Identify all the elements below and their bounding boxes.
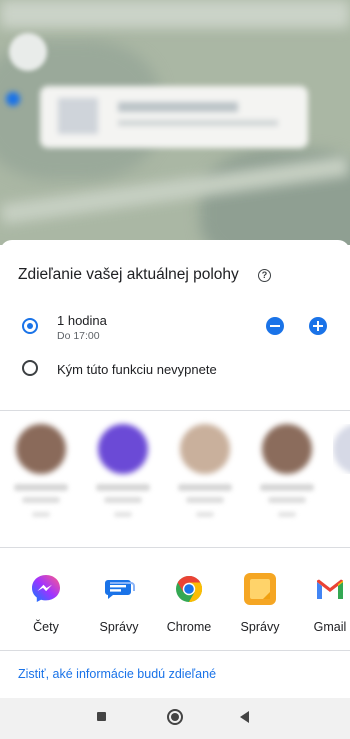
option-sub-until: Do 17:00: [57, 330, 100, 342]
app-label: Chrome: [166, 620, 212, 634]
divider: [0, 547, 350, 548]
avatar: [16, 424, 66, 474]
app-label: Gmail: [313, 620, 347, 634]
app-gmail[interactable]: Gmail: [297, 571, 350, 634]
option-label-until-off[interactable]: Kým túto funkciu nevypnete: [57, 362, 217, 377]
contact-item[interactable]: [333, 424, 350, 474]
app-chats[interactable]: Čety: [13, 571, 79, 634]
map-round-button: [9, 33, 47, 71]
option-label-one-hour[interactable]: 1 hodina: [57, 313, 107, 328]
contact-item[interactable]: [93, 424, 153, 517]
contact-item[interactable]: [175, 424, 235, 517]
divider: [0, 650, 350, 651]
avatar: [98, 424, 148, 474]
contact-item[interactable]: [257, 424, 317, 517]
messenger-icon: [28, 571, 64, 607]
google-messages-icon: [101, 571, 137, 607]
app-notes[interactable]: Správy: [227, 571, 293, 634]
app-label: Správy: [240, 620, 280, 634]
status-bar: [0, 0, 350, 28]
recents-button[interactable]: [97, 712, 106, 721]
location-dot: [6, 92, 20, 106]
chrome-icon: [171, 571, 207, 607]
gmail-icon: [312, 571, 348, 607]
minus-icon: [270, 325, 280, 327]
map-background: [0, 0, 350, 245]
contact-item[interactable]: [11, 424, 71, 517]
radio-until-off[interactable]: [22, 360, 38, 376]
app-label: Čety: [33, 620, 59, 634]
app-messages[interactable]: Správy: [86, 571, 152, 634]
home-button[interactable]: [167, 709, 183, 725]
app-chrome[interactable]: Chrome: [156, 571, 222, 634]
avatar: [180, 424, 230, 474]
back-button[interactable]: [240, 711, 249, 723]
system-nav-bar: [0, 698, 350, 739]
info-link[interactable]: Zistiť, aké informácie budú zdieľané: [18, 667, 216, 681]
radio-one-hour[interactable]: [22, 318, 38, 334]
place-card: [40, 86, 308, 148]
avatar: [333, 424, 350, 474]
decrease-time-button[interactable]: [266, 317, 284, 335]
increase-time-button[interactable]: [309, 317, 327, 335]
avatar: [262, 424, 312, 474]
divider: [0, 410, 350, 411]
app-label: Správy: [99, 620, 139, 634]
sheet-title: Zdieľanie vašej aktuálnej polohy: [18, 266, 239, 283]
notes-app-icon: [242, 571, 278, 607]
help-icon[interactable]: ?: [258, 269, 271, 282]
